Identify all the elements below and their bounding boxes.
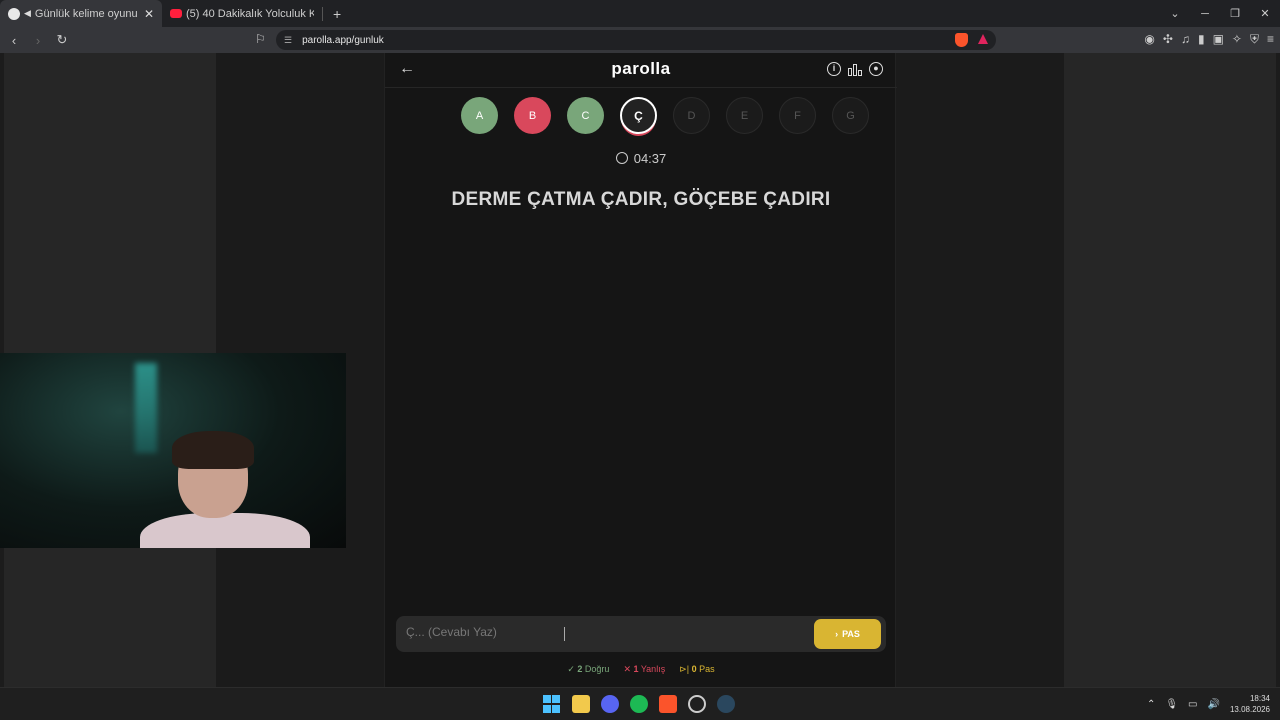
- pass-button-label: PAS: [842, 629, 860, 639]
- site-info-icon[interactable]: ☰: [284, 35, 292, 46]
- letter-f: F: [779, 97, 816, 134]
- background-light: [135, 363, 157, 453]
- person-body: [140, 513, 310, 548]
- tab-title: Günlük kelime oyunu - paroll: [34, 7, 138, 20]
- restore-icon[interactable]: ❐: [1220, 7, 1250, 20]
- text-cursor: [564, 627, 565, 641]
- windows-taskbar: ⌃ 🎙 ▭ 🔊 18:34 13.08.2026: [0, 687, 1280, 720]
- letter-e: E: [726, 97, 763, 134]
- youtube-favicon-icon: [170, 9, 182, 18]
- url-field[interactable]: ☰ parolla.app/gunluk: [276, 30, 996, 50]
- chevron-up-icon[interactable]: ⌃: [1147, 699, 1155, 710]
- countdown-timer: 04:37: [385, 151, 897, 166]
- forward-icon[interactable]: ›: [28, 33, 48, 48]
- network-icon[interactable]: ▭: [1188, 699, 1197, 710]
- system-tray: ⌃ 🎙 ▭ 🔊 18:34 13.08.2026: [1147, 693, 1270, 715]
- correct-stat: ✓ 2 Doğru: [567, 664, 610, 674]
- system-clock[interactable]: 18:34 13.08.2026: [1230, 693, 1270, 715]
- info-icon[interactable]: i: [827, 62, 841, 76]
- address-bar: ‹ › ↻ ⚐ ☰ parolla.app/gunluk ◉ ✣ ♫ ▮ ▣ ✧…: [0, 27, 1280, 53]
- app-logo: parolla: [611, 59, 671, 78]
- wallet-icon[interactable]: ▣: [1213, 32, 1224, 47]
- clock-time: 18:34: [1249, 694, 1270, 703]
- chevron-down-icon[interactable]: ⌄: [1160, 7, 1190, 20]
- letter-g: G: [832, 97, 869, 134]
- shield-icon[interactable]: ⛨: [1250, 32, 1259, 47]
- browser-tab-bar: ◀ Günlük kelime oyunu - paroll ✕ (5) 40 …: [0, 0, 1280, 27]
- file-explorer-icon[interactable]: [572, 695, 590, 713]
- pass-count: 0: [691, 664, 697, 674]
- letter-c: C: [567, 97, 604, 134]
- menu-icon[interactable]: ≡: [1267, 32, 1274, 47]
- microphone-icon[interactable]: 🎙: [1165, 699, 1178, 710]
- extensions-bar: ◉ ✣ ♫ ▮ ▣ ✧ ⛨ ≡: [1144, 32, 1274, 47]
- question-text: DERME ÇATMA ÇADIR, GÖÇEBE ÇADIRI: [451, 189, 831, 210]
- letter-d: D: [673, 97, 710, 134]
- answer-input[interactable]: [406, 625, 786, 639]
- correct-count: 2: [577, 664, 583, 674]
- brave-rewards-icon[interactable]: [978, 34, 988, 44]
- tab-parolla[interactable]: ◀ Günlük kelime oyunu - paroll ✕: [0, 0, 162, 27]
- correct-label: Doğru: [584, 664, 610, 674]
- volume-icon[interactable]: 🔊: [1208, 699, 1220, 710]
- app-header: ← parolla i ●: [385, 53, 897, 88]
- header-actions: i ●: [827, 62, 883, 76]
- minimize-icon[interactable]: ─: [1190, 8, 1220, 20]
- close-icon[interactable]: ✕: [144, 7, 154, 21]
- score-summary: ✓ 2 Doğru ✕ 1 Yanlış ⊳| 0 Pas: [385, 664, 897, 675]
- app-icon[interactable]: [688, 695, 706, 713]
- clock-date: 13.08.2026: [1229, 705, 1270, 714]
- reload-icon[interactable]: ↻: [52, 32, 72, 48]
- vpn-icon[interactable]: ◉: [1144, 32, 1154, 47]
- stats-icon[interactable]: [848, 62, 862, 76]
- new-tab-icon[interactable]: +: [333, 6, 341, 22]
- clock-icon: [615, 152, 628, 164]
- answer-bar: › PAS: [396, 616, 886, 652]
- brave-shield-icon[interactable]: [955, 33, 968, 47]
- profile-icon[interactable]: ●: [869, 62, 883, 76]
- letter-c-cedilla-current: Ç: [620, 97, 657, 134]
- parolla-game: ← parolla i ● A B C Ç D E F G 04:37 DERM…: [384, 53, 897, 687]
- person-hair: [172, 431, 254, 469]
- tab-youtube[interactable]: (5) 40 Dakikalık Yolculuk Kâbusa Dön: [162, 0, 322, 27]
- discord-icon[interactable]: [601, 695, 619, 713]
- letter-b: B: [514, 97, 551, 134]
- ai-icon[interactable]: ✧: [1232, 32, 1242, 47]
- background-panel-mid-right: [896, 53, 1064, 687]
- window-controls: ⌄ ─ ❐ ✕: [1160, 0, 1280, 27]
- extensions-icon[interactable]: ✣: [1163, 32, 1173, 47]
- speaker-icon[interactable]: ◀: [24, 8, 31, 19]
- close-window-icon[interactable]: ✕: [1250, 7, 1280, 20]
- chevron-right-icon: ›: [835, 629, 839, 639]
- pass-button[interactable]: › PAS: [814, 619, 881, 649]
- music-icon[interactable]: ♫: [1181, 32, 1190, 47]
- spotify-icon[interactable]: [630, 695, 648, 713]
- bookmark-icon[interactable]: ⚐: [255, 32, 266, 46]
- back-icon[interactable]: ‹: [4, 33, 24, 48]
- url-text: parolla.app/gunluk: [302, 34, 384, 46]
- tab-divider: [322, 6, 323, 21]
- brave-browser-icon[interactable]: [659, 695, 677, 713]
- webcam-overlay: [0, 353, 346, 548]
- windows-start-icon[interactable]: [543, 695, 561, 713]
- pass-label: Pas: [699, 664, 715, 674]
- timer-value: 04:37: [633, 151, 667, 166]
- pass-stat: ⊳| 0 Pas: [679, 664, 715, 674]
- background-panel-right: [1064, 53, 1276, 687]
- wrong-label: Yanlış: [640, 664, 666, 674]
- letter-progress: A B C Ç D E F G: [461, 97, 869, 134]
- tab-title: (5) 40 Dakikalık Yolculuk Kâbusa Dön: [186, 7, 314, 20]
- sidebar-icon[interactable]: ▮: [1198, 32, 1205, 47]
- wrong-count: 1: [633, 664, 639, 674]
- letter-a: A: [461, 97, 498, 134]
- taskbar-apps: [543, 695, 735, 713]
- steam-icon[interactable]: [717, 695, 735, 713]
- wrong-stat: ✕ 1 Yanlış: [623, 664, 666, 674]
- parolla-favicon-icon: [8, 7, 20, 20]
